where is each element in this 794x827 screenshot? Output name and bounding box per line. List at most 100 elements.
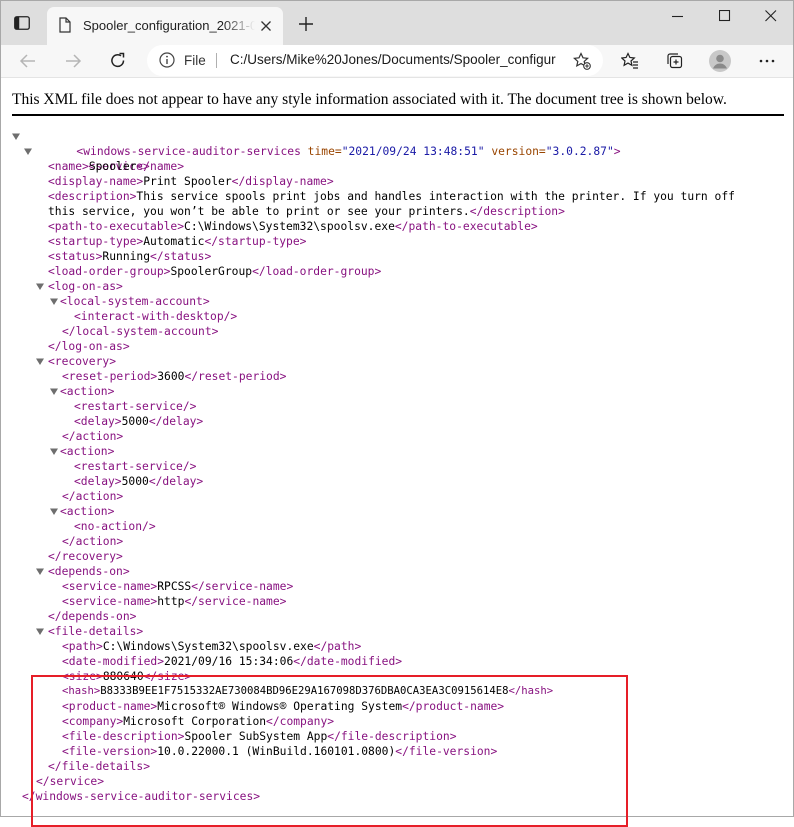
xml-attr-name: time= — [300, 145, 342, 158]
xml-text: Running — [102, 250, 151, 263]
profile-avatar-icon[interactable] — [709, 50, 731, 72]
xml-recovery-open-line: <recovery> — [36, 354, 116, 369]
xml-action-open-line: <action> — [50, 504, 114, 519]
active-tab[interactable]: Spooler_configuration_2021-09-24 — [47, 7, 283, 45]
xml-depends-on-open-line: <depends-on> — [36, 564, 130, 579]
xml-tag: <restart-service/> — [74, 400, 197, 413]
collapse-triangle-icon[interactable] — [50, 387, 59, 396]
xml-text: 5000 — [121, 415, 149, 428]
collections-icon[interactable] — [666, 52, 684, 70]
title-bar: Spooler_configuration_2021-09-24 — [1, 1, 793, 45]
xml-date-modified-line: <date-modified>2021/09/16 15:34:06</date… — [62, 654, 402, 669]
xml-service-open-line: <service> — [24, 144, 150, 173]
xml-tag: </service-name> — [191, 580, 294, 593]
xml-tag: </name> — [136, 160, 185, 173]
xml-delay-line: <delay>5000</delay> — [74, 474, 203, 489]
address-url[interactable]: C:/Users/Mike%20Jones/Documents/Spooler_… — [230, 52, 556, 67]
xml-attr-value: "3.0.2.87" — [545, 145, 614, 158]
browser-window: Spooler_configuration_2021-09-24 — [0, 0, 794, 827]
xml-delay-line: <delay>5000</delay> — [74, 414, 203, 429]
xml-tag: </reset-period> — [184, 370, 287, 383]
xml-tag: </path-to-executable> — [394, 220, 538, 233]
collapse-triangle-icon[interactable] — [50, 297, 59, 306]
xml-local-system-account-open-line: <local-system-account> — [50, 294, 210, 309]
xml-tag: <load-order-group> — [48, 265, 171, 278]
xml-tag: </local-system-account> — [62, 325, 219, 338]
xml-tag: <depends-on> — [48, 565, 130, 578]
address-bar[interactable]: File C:/Users/Mike%20Jones/Documents/Spo… — [147, 45, 603, 76]
tab-title-fade — [223, 15, 255, 37]
xml-tag: </action> — [62, 490, 124, 503]
xml-tag: </action> — [62, 430, 124, 443]
xml-display-name-line: <display-name>Print Spooler</display-nam… — [48, 174, 334, 189]
xml-tag: <delay> — [74, 475, 122, 488]
xml-action-close-line: </action> — [62, 429, 123, 444]
xml-log-on-as-close-line: </log-on-as> — [48, 339, 130, 354]
xml-service-name-line: <service-name>RPCSS</service-name> — [62, 579, 293, 594]
xml-text: 5000 — [121, 475, 149, 488]
xml-text: Print Spooler — [143, 175, 232, 188]
more-options-icon[interactable] — [758, 52, 776, 70]
xml-text: 2021/09/16 15:34:06 — [164, 655, 294, 668]
xml-text: This service spools print jobs and handl… — [136, 190, 735, 203]
new-tab-icon[interactable] — [299, 17, 313, 31]
page-content: This XML file does not appear to have an… — [1, 78, 793, 827]
xml-tag: <path-to-executable> — [48, 220, 185, 233]
xml-tag: </description> — [469, 205, 565, 218]
xml-log-on-as-open-line: <log-on-as> — [36, 279, 123, 294]
close-window-button[interactable] — [748, 1, 794, 31]
xml-tag: <interact-with-desktop/> — [74, 310, 238, 323]
xml-text: 3600 — [157, 370, 185, 383]
xml-path-to-executable-line: <path-to-executable>C:\Windows\System32\… — [48, 219, 538, 234]
xml-tag: <log-on-as> — [48, 280, 123, 293]
minimize-button[interactable] — [655, 1, 701, 31]
xml-tag: </load-order-group> — [252, 265, 382, 278]
address-scheme: File — [184, 53, 206, 68]
xml-tag: <status> — [48, 250, 103, 263]
xml-text: Automatic — [143, 235, 205, 248]
xml-root-open-line: <windows-service-auditor-services time="… — [12, 129, 621, 158]
collapse-triangle-icon[interactable] — [24, 147, 33, 156]
xml-recovery-close-line: </recovery> — [48, 549, 123, 564]
collapse-triangle-icon[interactable] — [36, 357, 45, 366]
collapse-triangle-icon[interactable] — [36, 567, 45, 576]
xml-tag: <file-details> — [48, 625, 144, 638]
xml-tag: </depends-on> — [48, 610, 137, 623]
xml-tag: <action> — [60, 505, 115, 518]
xml-tag: <service-name> — [62, 595, 158, 608]
xml-tag: <description> — [48, 190, 137, 203]
add-favorite-icon[interactable] — [573, 52, 591, 70]
xml-description-line-2: this service, you won’t be able to print… — [48, 204, 565, 219]
xml-interact-line: <interact-with-desktop/> — [74, 309, 237, 324]
collapse-triangle-icon[interactable] — [12, 132, 21, 141]
forward-arrow-icon[interactable] — [64, 52, 82, 70]
close-tab-icon[interactable] — [260, 19, 272, 31]
file-details-highlight-box — [31, 675, 628, 827]
xml-load-order-group-line: <load-order-group>SpoolerGroup</load-ord… — [48, 264, 381, 279]
xml-depends-on-close-line: </depends-on> — [48, 609, 136, 624]
xml-tag: > — [613, 145, 621, 158]
xml-startup-type-line: <startup-type>Automatic</startup-type> — [48, 234, 306, 249]
collapse-triangle-icon[interactable] — [36, 627, 45, 636]
xml-service-name-line: <service-name>http</service-name> — [62, 594, 286, 609]
xml-action-open-line: <action> — [50, 384, 114, 399]
xml-action-close-line: </action> — [62, 534, 123, 549]
xml-status-line: <status>Running</status> — [48, 249, 211, 264]
xml-tag: </service-name> — [184, 595, 287, 608]
xml-text: http — [157, 595, 185, 608]
info-icon[interactable] — [159, 52, 175, 68]
xml-local-system-account-close-line: </local-system-account> — [62, 324, 218, 339]
tab-actions-icon[interactable] — [14, 16, 30, 30]
maximize-button[interactable] — [702, 1, 748, 31]
refresh-icon[interactable] — [109, 52, 127, 70]
xml-text: Spooler — [88, 160, 137, 173]
collapse-triangle-icon[interactable] — [36, 282, 45, 291]
xml-tag: <display-name> — [48, 175, 144, 188]
collapse-triangle-icon[interactable] — [50, 507, 59, 516]
back-arrow-icon[interactable] — [19, 52, 37, 70]
xml-tag: <name> — [48, 160, 89, 173]
xml-tag: <action> — [60, 385, 115, 398]
favorites-icon[interactable] — [620, 52, 639, 70]
collapse-triangle-icon[interactable] — [50, 447, 59, 456]
xml-tag: <local-system-account> — [60, 295, 210, 308]
